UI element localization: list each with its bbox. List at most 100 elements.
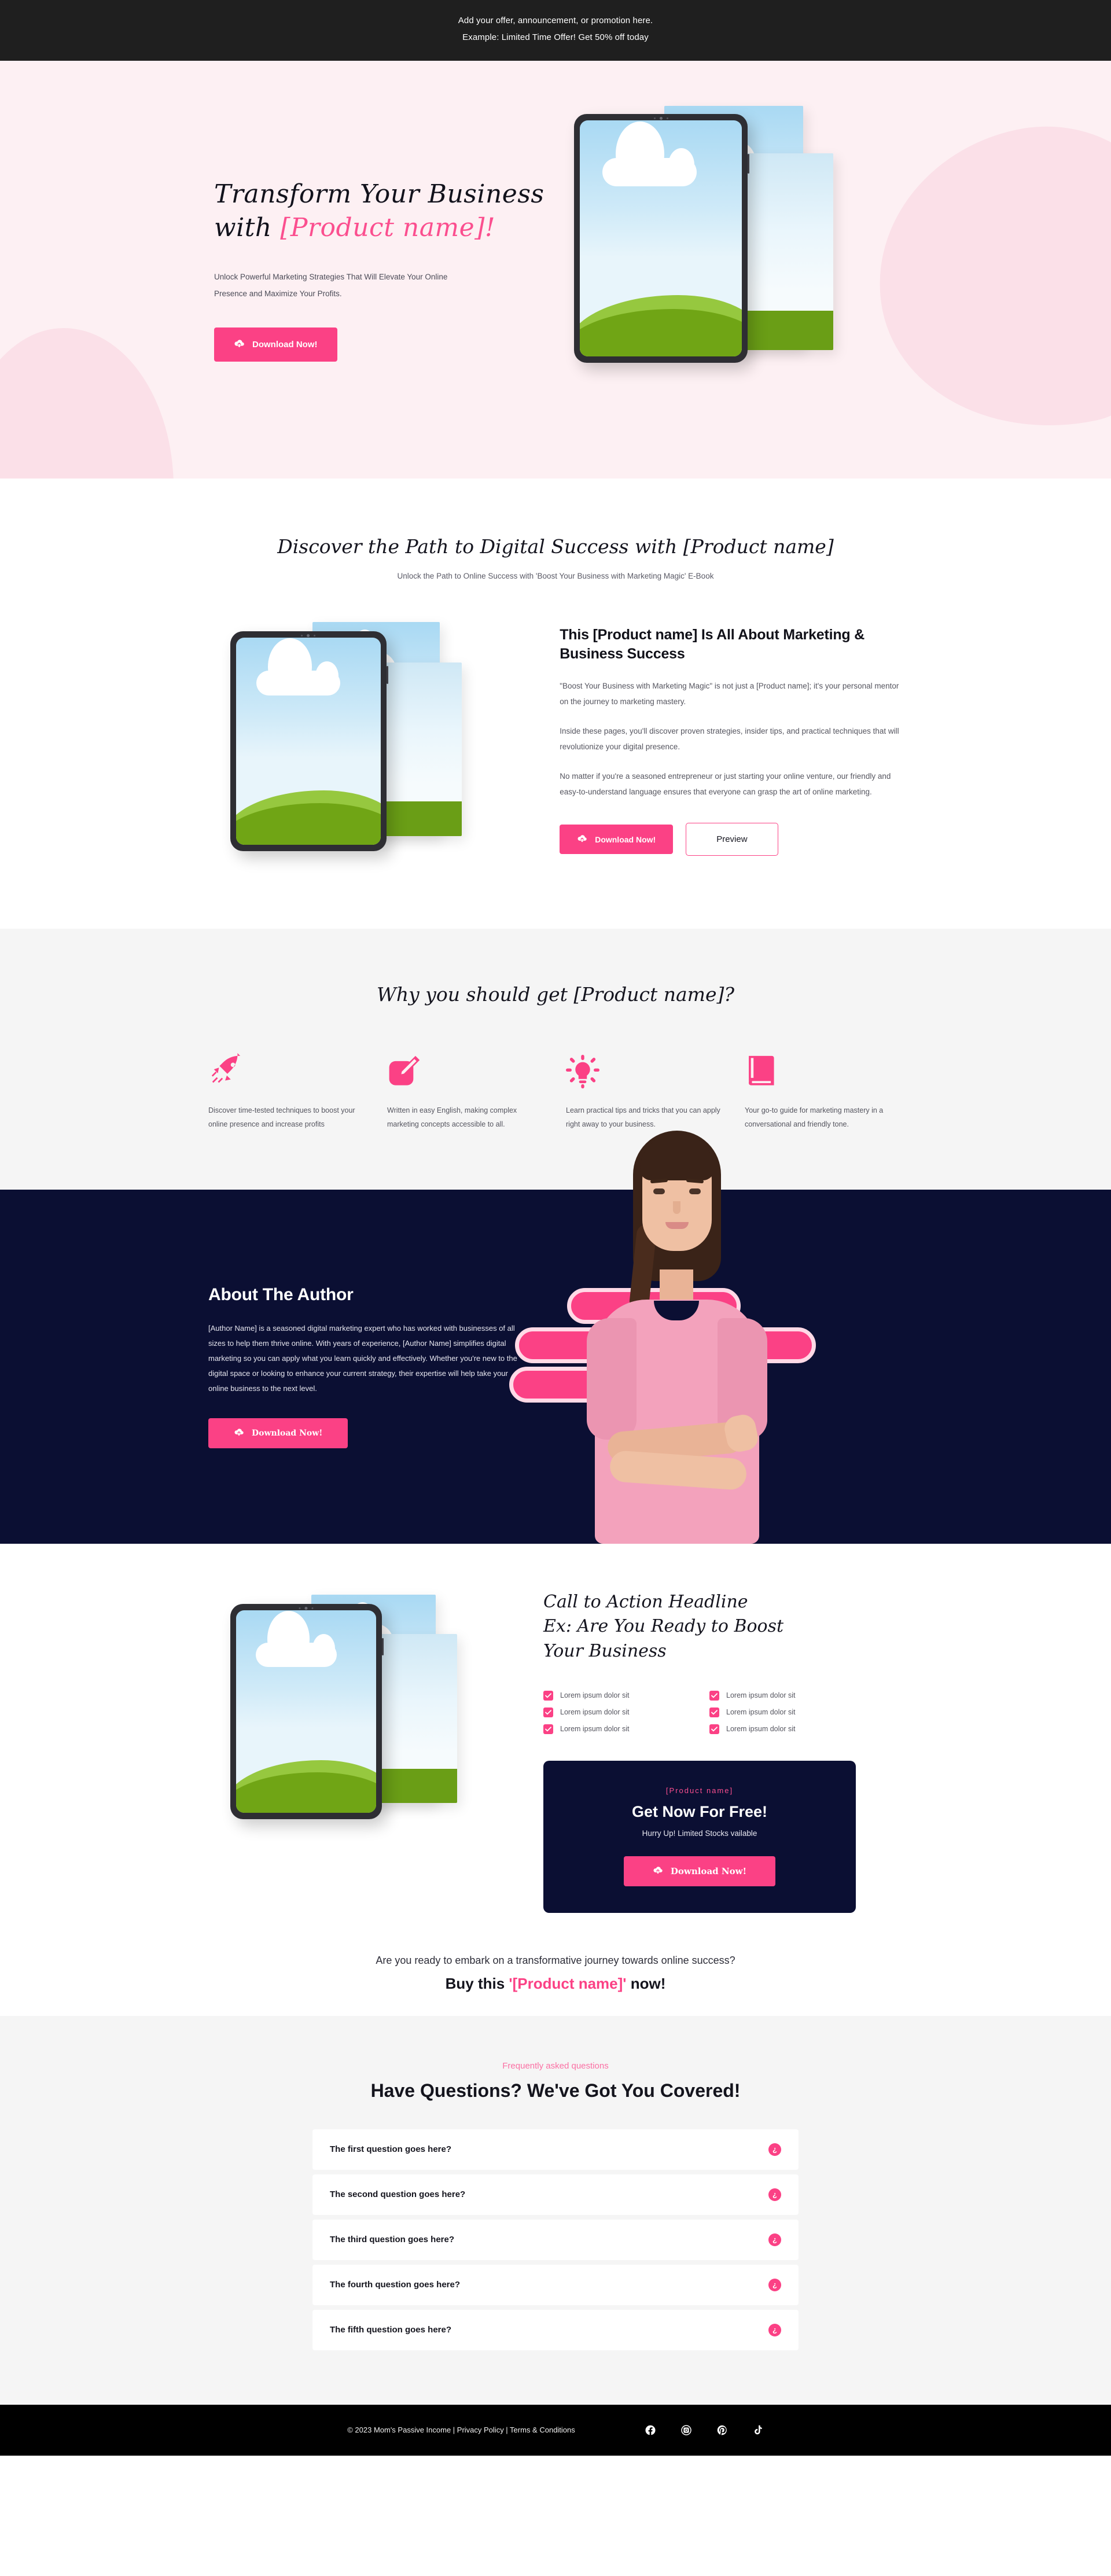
- hero-subtext: Unlock Powerful Marketing Strategies Tha…: [214, 272, 448, 298]
- cloud-download-icon: [653, 1866, 663, 1876]
- cta-heading-line-1: Call to Action Headline: [543, 1591, 748, 1612]
- checklist-item: Lorem ipsum dolor sit: [543, 1724, 690, 1734]
- hero-heading-line-2-prefix: with: [214, 213, 281, 243]
- author-portrait: [584, 1114, 770, 1544]
- check-icon: [543, 1690, 553, 1701]
- checklist-item-label: Lorem ipsum dolor sit: [726, 1708, 796, 1717]
- author-download-button[interactable]: Download Now!: [208, 1418, 348, 1448]
- faq-question: The first question goes here?: [330, 2144, 452, 2155]
- book-page-back-2: [375, 662, 462, 836]
- why-item: Discover time-tested techniques to boost…: [208, 1046, 366, 1132]
- checklist-item-label: Lorem ipsum dolor sit: [560, 1725, 630, 1734]
- faq-row[interactable]: The second question goes here? ¿: [312, 2174, 799, 2215]
- faq-toggle-icon[interactable]: ¿: [768, 2278, 781, 2291]
- author-photo: [509, 1114, 816, 1544]
- discover-preview-button-label: Preview: [716, 834, 748, 845]
- tablet-screen: [236, 637, 381, 845]
- cloud-illustration: [256, 638, 340, 695]
- check-icon: [709, 1724, 719, 1734]
- faq-row[interactable]: The first question goes here? ¿: [312, 2129, 799, 2170]
- closing-line-1: Are you ready to embark on a transformat…: [376, 1954, 735, 1966]
- closing-line-2: Buy this '[Product name]' now!: [208, 1975, 903, 1993]
- check-icon: [543, 1724, 553, 1734]
- faq-row[interactable]: The fifth question goes here? ¿: [312, 2309, 799, 2350]
- closing-accent: '[Product name]': [509, 1974, 627, 1992]
- author-title: About The Author: [208, 1285, 354, 1304]
- pencil-square-icon: [387, 1046, 545, 1088]
- discover-copy-heading: This [Product name] Is All About Marketi…: [560, 626, 865, 663]
- faq-title: Have Questions? We've Got You Covered!: [370, 2080, 741, 2101]
- book-page-back-2: [735, 153, 833, 350]
- hero-media: [556, 61, 903, 479]
- offer-download-button-label: Download Now!: [670, 1865, 747, 1876]
- check-icon: [709, 1707, 719, 1717]
- author-download-button-label: Download Now!: [252, 1428, 323, 1438]
- closing-suffix: now!: [626, 1974, 666, 1992]
- closing-prefix: Buy this: [445, 1974, 509, 1992]
- rocket-icon: [208, 1046, 366, 1088]
- why-title: Why you should get [Product name]?: [376, 982, 735, 1006]
- footer-copyright[interactable]: © 2023 Mom's Passive Income | Privacy Po…: [347, 2426, 575, 2434]
- discover-subtitle: Unlock the Path to Online Success with '…: [397, 571, 714, 580]
- pinterest-icon[interactable]: [716, 2424, 728, 2436]
- facebook-icon[interactable]: [645, 2424, 656, 2436]
- discover-paragraph: No matter if you're a seasoned entrepren…: [560, 772, 891, 797]
- cloud-download-icon: [234, 1428, 244, 1438]
- checklist-item: Lorem ipsum dolor sit: [709, 1690, 856, 1701]
- checklist-item: Lorem ipsum dolor sit: [543, 1707, 690, 1717]
- offer-kicker: [Product name]: [665, 1786, 734, 1795]
- announcement-bar: Add your offer, announcement, or promoti…: [0, 0, 1111, 61]
- faq-question: The second question goes here?: [330, 2189, 466, 2200]
- offer-subtext: Hurry Up! Limited Stocks vailable: [642, 1828, 757, 1838]
- discover-download-button-label: Download Now!: [595, 834, 656, 844]
- faq-row[interactable]: The third question goes here? ¿: [312, 2219, 799, 2260]
- checklist-item: Lorem ipsum dolor sit: [543, 1690, 690, 1701]
- tablet-device: [230, 1603, 384, 1819]
- faq-question: The fourth question goes here?: [330, 2280, 461, 2290]
- footer: © 2023 Mom's Passive Income | Privacy Po…: [0, 2404, 1111, 2456]
- cta-checklist: Lorem ipsum dolor sit Lorem ipsum dolor …: [543, 1690, 856, 1734]
- faq-kicker: Frequently asked questions: [502, 2060, 609, 2071]
- checklist-item-label: Lorem ipsum dolor sit: [560, 1691, 630, 1700]
- cloud-download-icon: [577, 834, 587, 844]
- cta-heading-line-2: Ex: Are You Ready to Boost: [543, 1616, 784, 1637]
- discover-paragraph: "Boost Your Business with Marketing Magi…: [560, 682, 899, 706]
- faq-toggle-icon[interactable]: ¿: [768, 2323, 781, 2336]
- hero-heading-accent: [Product name]!: [280, 213, 496, 243]
- closing-block: Are you ready to embark on a transformat…: [208, 1955, 903, 1993]
- hero-copy: Transform Your Business with [Product na…: [208, 178, 556, 362]
- checklist-item-label: Lorem ipsum dolor sit: [726, 1725, 796, 1734]
- discover-preview-button[interactable]: Preview: [686, 823, 778, 856]
- tablet-camera-notch: [282, 633, 335, 638]
- faq-toggle-icon[interactable]: ¿: [768, 2143, 781, 2156]
- cloud-download-icon: [234, 339, 245, 350]
- why-item: Written in easy English, making complex …: [387, 1046, 545, 1132]
- why-item-text: Written in easy English, making complex …: [387, 1106, 517, 1129]
- cloud-illustration: [255, 1611, 337, 1667]
- footer-social-links: [645, 2424, 764, 2436]
- cta-section: Call to Action Headline Ex: Are You Read…: [0, 1543, 1111, 2016]
- tablet-mockup-discover: [226, 616, 503, 871]
- checklist-item-label: Lorem ipsum dolor sit: [726, 1691, 796, 1700]
- instagram-icon[interactable]: [680, 2424, 692, 2436]
- offer-heading: Get Now For Free!: [631, 1802, 768, 1820]
- hero-download-button[interactable]: Download Now!: [214, 327, 337, 362]
- discover-download-button[interactable]: Download Now!: [560, 825, 674, 855]
- faq-row[interactable]: The fourth question goes here? ¿: [312, 2264, 799, 2305]
- tiktok-icon[interactable]: [752, 2424, 764, 2436]
- faq-section: Frequently asked questions Have Question…: [0, 2015, 1111, 2405]
- check-icon: [543, 1707, 553, 1717]
- discover-copy: This [Product name] Is All About Marketi…: [560, 616, 903, 856]
- faq-toggle-icon[interactable]: ¿: [768, 2233, 781, 2246]
- check-icon: [709, 1690, 719, 1701]
- checklist-item: Lorem ipsum dolor sit: [709, 1707, 856, 1717]
- book-page-back-2: [371, 1633, 457, 1803]
- checklist-item: Lorem ipsum dolor sit: [709, 1724, 856, 1734]
- tablet-screen: [580, 120, 742, 356]
- cta-heading-line-3: Your Business: [543, 1641, 667, 1662]
- tablet-mockup-hero: [561, 95, 862, 385]
- faq-question: The fifth question goes here?: [330, 2325, 452, 2335]
- faq-toggle-icon[interactable]: ¿: [768, 2188, 781, 2201]
- tablet-device: [230, 631, 388, 851]
- offer-download-button[interactable]: Download Now!: [623, 1856, 776, 1886]
